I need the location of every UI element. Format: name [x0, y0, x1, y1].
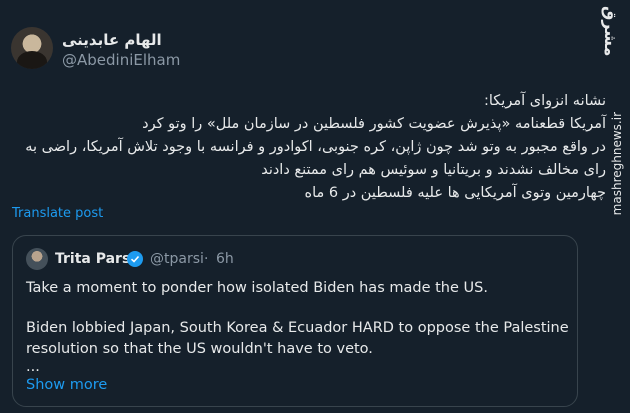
quote-author-avatar[interactable]: [26, 248, 48, 270]
quote-timestamp[interactable]: 6h: [216, 251, 234, 267]
tweet-line: در واقع مجبور به وتو شد چون ژاپن، کره جن…: [25, 139, 606, 155]
quote-author-handle[interactable]: @tparsi: [150, 251, 204, 267]
translate-post-link[interactable]: Translate post: [12, 206, 103, 221]
watermark-logo: مشرق: [601, 6, 620, 57]
quote-author-name[interactable]: Trita Parsi: [55, 251, 135, 267]
show-more-link[interactable]: Show more: [26, 377, 107, 393]
tweet-line: نشانه انزوای آمریکا:: [483, 93, 606, 109]
quote-text-line: Take a moment to ponder how isolated Bid…: [26, 280, 488, 296]
quoted-tweet-card[interactable]: Trita Parsi @tparsi · 6h Take a moment t…: [12, 235, 578, 407]
author-avatar[interactable]: [11, 27, 53, 69]
verified-badge-icon: [127, 251, 143, 267]
tweet-line: چهارمین وتوی آمریکایی ها علیه فلسطین در …: [304, 185, 606, 201]
quote-separator: ·: [204, 251, 209, 267]
author-handle[interactable]: @AbediniElham: [62, 51, 180, 69]
tweet-line: رای مخالف نشدند و بریتانیا و سوئیس هم را…: [261, 162, 606, 178]
tweet-line: آمریکا قطعنامه «پذیرش عضویت کشور فلسطین …: [142, 116, 606, 132]
quote-text-line: Biden lobbied Japan, South Korea & Ecuad…: [26, 320, 569, 336]
author-name[interactable]: الهام عابدینی: [62, 31, 162, 49]
tweet-body: نشانه انزوای آمریکا: آمریکا قطعنامه «پذی…: [25, 90, 606, 205]
quote-text-ellipsis: ...: [26, 359, 40, 375]
watermark-site: mashreghnews.ir: [610, 112, 624, 216]
